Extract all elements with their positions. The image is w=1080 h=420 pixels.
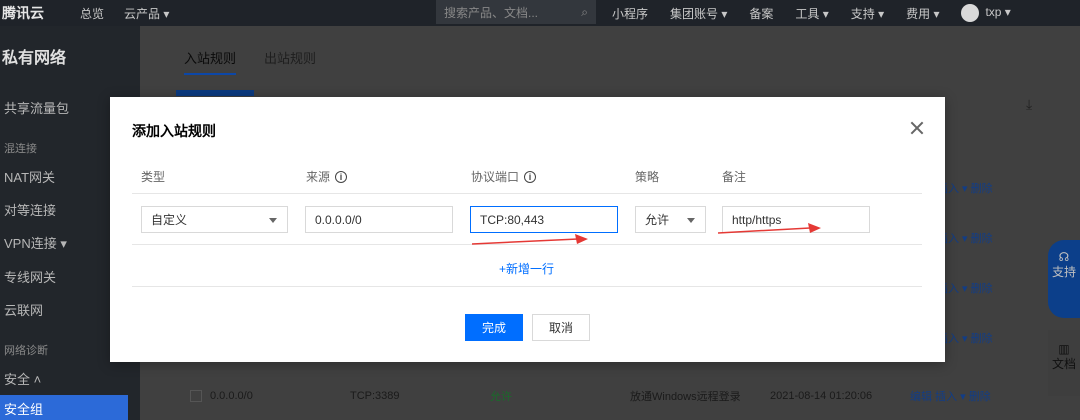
caret-down-icon — [687, 218, 695, 223]
close-icon[interactable] — [910, 121, 924, 135]
column-label: 协议端口 — [471, 170, 520, 184]
policy-select[interactable]: 允许 — [635, 206, 706, 233]
nav-mini-program[interactable]: 小程序 — [612, 5, 648, 22]
note-value: http/https — [732, 212, 782, 227]
sidebar-item-ccn[interactable]: 云联网 — [4, 300, 43, 319]
column-label: 备注 — [722, 170, 747, 184]
row-note: 放通Windows远程登录 — [630, 391, 741, 403]
port-value: TCP:80,443 — [480, 212, 545, 227]
table-row: 0.0.0.0/0 TCP:3389 允许 放通Windows远程登录 2021… — [176, 382, 1036, 410]
nav-products[interactable]: 云产品 ▾ — [114, 5, 179, 22]
nav-right-group: 小程序 集团账号 ▾ 备案 工具 ▾ 支持 ▾ 费用 ▾ txp ▾ — [612, 0, 1055, 26]
row-actions[interactable]: 插入 ▾ 删除 — [937, 180, 993, 196]
type-select[interactable]: 自定义 — [141, 206, 288, 233]
row-actions[interactable]: 插入 ▾ 删除 — [937, 280, 993, 296]
row-policy: 允许 — [490, 391, 512, 403]
row-port: TCP:3389 — [350, 390, 400, 402]
nav-billing[interactable]: 费用 ▾ — [906, 5, 939, 22]
brand-logo[interactable]: 腾讯云 — [0, 3, 70, 23]
policy-value: 允许 — [645, 213, 670, 227]
column-label: 来源 — [306, 170, 331, 184]
docs-label: 文档 — [1051, 357, 1076, 371]
sidebar-title: 私有网络 — [2, 50, 67, 67]
column-header-port: 协议端口 i — [471, 168, 537, 185]
sidebar-group-diagnosis: 网络诊断 — [4, 345, 48, 357]
support-label: 支持 — [1051, 265, 1076, 279]
row-actions[interactable]: 插入 ▾ 删除 — [937, 230, 993, 246]
download-icon[interactable]: ⤓ — [1026, 96, 1032, 113]
support-float-button[interactable]: ☊ 支持 — [1048, 240, 1080, 318]
nav-beian[interactable]: 备案 — [749, 5, 773, 22]
top-navbar: 腾讯云 总览 云产品 ▾ 搜索产品、文档... ⌕ 小程序 集团账号 ▾ 备案 … — [0, 0, 1080, 26]
user-menu[interactable]: txp ▾ — [961, 4, 1032, 22]
column-header-source: 来源 i — [306, 168, 348, 185]
sidebar-item-peering[interactable]: 对等连接 — [4, 200, 56, 219]
column-label: 类型 — [141, 170, 166, 184]
tab-inbound[interactable]: 入站规则 — [184, 48, 237, 75]
confirm-button[interactable]: 完成 — [465, 314, 523, 341]
sidebar-item-security[interactable]: 安全 ˄ — [4, 369, 41, 388]
user-name: txp ▾ — [985, 5, 1011, 20]
row-actions[interactable]: 编辑 插入 ▾ 删除 — [910, 388, 991, 404]
headset-icon: ☊ — [1058, 250, 1070, 264]
column-header-note: 备注 — [722, 168, 746, 185]
column-header-policy: 策略 — [635, 168, 659, 185]
search-placeholder: 搜索产品、文档... — [444, 5, 539, 20]
nav-overview[interactable]: 总览 — [70, 5, 114, 22]
book-icon: ▥ — [1058, 342, 1070, 356]
nav-group-account[interactable]: 集团账号 ▾ — [670, 5, 727, 22]
sidebar-item-security-group[interactable]: 安全组 — [0, 395, 128, 420]
sidebar-item-vpn[interactable]: VPN连接 ▾ — [4, 233, 67, 252]
row-checkbox[interactable] — [190, 390, 202, 402]
search-input[interactable]: 搜索产品、文档... ⌕ — [436, 0, 596, 24]
caret-down-icon — [269, 218, 277, 223]
avatar — [961, 4, 980, 22]
sidebar-group-hybrid: 混连接 — [4, 143, 37, 155]
add-row-link[interactable]: +新增一行 — [499, 260, 554, 277]
tab-outbound[interactable]: 出站规则 — [264, 48, 316, 75]
divider — [132, 193, 922, 194]
column-header-type: 类型 — [141, 168, 165, 185]
search-icon[interactable]: ⌕ — [581, 5, 588, 20]
note-input[interactable]: http/https — [722, 206, 870, 233]
nav-tools[interactable]: 工具 ▾ — [795, 5, 828, 22]
row-time: 2021-08-14 01:20:06 — [770, 390, 873, 402]
port-input[interactable]: TCP:80,443 — [470, 206, 618, 233]
info-icon[interactable]: i — [524, 170, 537, 183]
docs-float-button[interactable]: ▥ 文档 — [1048, 330, 1080, 396]
type-value: 自定义 — [151, 213, 188, 227]
cancel-button[interactable]: 取消 — [532, 314, 590, 341]
add-rule-button[interactable] — [176, 90, 254, 96]
rule-tabs: 入站规则 出站规则 — [184, 48, 344, 75]
divider — [132, 286, 922, 287]
divider — [132, 244, 922, 245]
row-actions[interactable]: 插入 ▾ 删除 — [937, 330, 993, 346]
add-inbound-rule-dialog: 添加入站规则 类型 来源 i 协议端口 i 策略 备注 自定义 0.0.0.0/0 … — [110, 97, 945, 362]
sidebar-item-traffic-package[interactable]: 共享流量包 — [4, 98, 69, 117]
info-icon[interactable]: i — [335, 170, 348, 183]
column-label: 策略 — [635, 170, 660, 184]
sidebar-item-nat[interactable]: NAT网关 — [4, 167, 55, 186]
source-input[interactable]: 0.0.0.0/0 — [305, 206, 453, 233]
source-value: 0.0.0.0/0 — [315, 212, 362, 227]
row-source: 0.0.0.0/0 — [210, 390, 253, 402]
dialog-title: 添加入站规则 — [132, 123, 216, 139]
sidebar-item-dc-gateway[interactable]: 专线网关 — [4, 267, 56, 286]
nav-support[interactable]: 支持 ▾ — [851, 5, 884, 22]
